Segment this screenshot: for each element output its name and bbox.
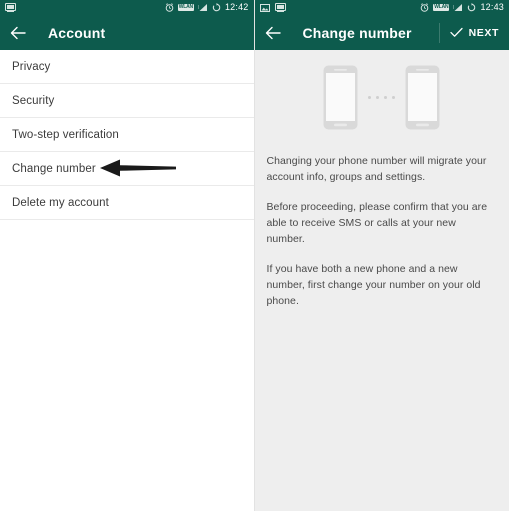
left-status-icons-right: WLAN 12:42 [165,3,249,12]
rotation-lock-icon [468,3,476,12]
right-screenshot-panel: WLAN 12:43 Change number NEXT Changing y… [253,0,509,511]
check-icon [449,27,463,37]
list-item-label: Delete my account [12,196,109,209]
list-item-security[interactable]: Security [0,84,254,118]
connection-dots [368,96,396,99]
image-icon [259,3,270,12]
connection-dot [376,96,380,99]
next-button-label: NEXT [468,26,499,39]
back-arrow-icon[interactable] [265,26,281,40]
list-item-label: Security [12,94,55,107]
wifi-badge-icon: WLAN [177,4,194,11]
rotation-lock-icon [212,3,221,12]
left-app-bar: Account [0,15,254,50]
list-item-change-number[interactable]: Change number [0,152,254,186]
left-status-time: 12:42 [224,2,249,12]
phone-outline-icon [323,65,358,130]
account-settings-list: Privacy Security Two-step verification C… [0,50,254,220]
alarm-clock-icon [420,3,429,12]
list-item-label: Two-step verification [12,128,119,141]
page-title: Account [48,24,106,41]
description-paragraph: Before proceeding, please confirm that y… [266,201,488,245]
right-status-time: 12:43 [480,2,504,12]
wifi-badge-icon: WLAN [433,4,450,11]
list-item-two-step-verification[interactable]: Two-step verification [0,118,254,152]
list-item-privacy[interactable]: Privacy [0,50,254,84]
right-status-bar: WLAN 12:43 [254,0,509,15]
signal-bars-icon [197,4,207,11]
phone-outline-icon [405,65,440,130]
list-item-label: Privacy [12,60,51,73]
cast-screen-icon [5,3,16,12]
change-number-illustration [255,50,509,145]
left-screenshot-panel: WLAN 12:42 Account Privacy Security Two-… [0,0,254,511]
list-item-label: Change number [12,162,96,175]
right-app-bar: Change number NEXT [254,15,509,50]
right-status-icons-left [259,3,421,12]
left-status-bar: WLAN 12:42 [0,0,254,15]
next-button[interactable]: NEXT [438,22,499,43]
connection-dot [368,96,372,99]
back-arrow-icon[interactable] [10,26,26,40]
connection-dot [392,96,396,99]
right-status-icons-right: WLAN 12:43 [420,3,504,12]
cast-screen-icon [274,3,286,12]
signal-bars-icon [453,4,463,11]
alarm-clock-icon [165,3,174,12]
description-paragraph: Changing your phone number will migrate … [266,155,487,183]
left-status-icons-left [5,3,165,12]
list-item-delete-my-account[interactable]: Delete my account [0,186,254,220]
dual-screenshot-composite: WLAN 12:42 Account Privacy Security Two-… [0,0,509,511]
connection-dot [384,96,388,99]
change-number-description: Changing your phone number will migrate … [255,145,509,309]
page-title: Change number [302,24,412,41]
description-paragraph: If you have both a new phone and a new n… [266,263,481,307]
